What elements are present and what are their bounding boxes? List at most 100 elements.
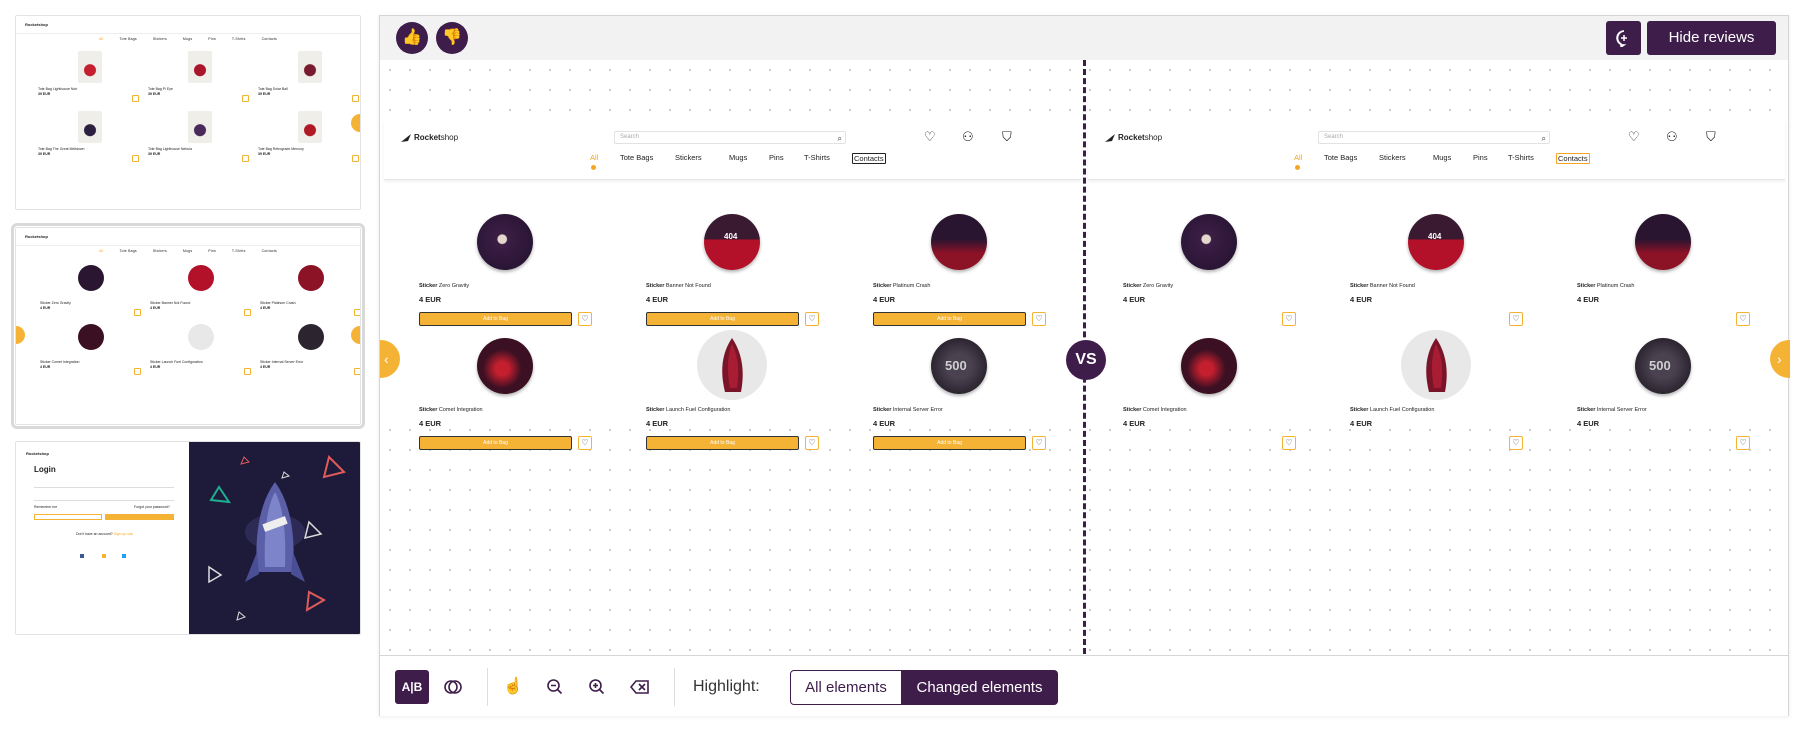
product-card: 500 Sticker Internal Server Error 4 EUR ♡ (1577, 338, 1750, 450)
search-input[interactable]: Search ⌕ (1318, 131, 1550, 144)
wishlist-heart-icon[interactable]: ♡ (1032, 436, 1046, 450)
nav-mugs[interactable]: Mugs (1433, 153, 1451, 162)
add-to-bag-button[interactable]: Add to Bag (873, 312, 1026, 326)
product-card: Sticker Comet Integration 4 EUR ♡ (1123, 338, 1296, 450)
product-card: 500 Sticker Internal Server Error 4 EUR Add… (873, 338, 1046, 450)
zoom-in-button[interactable] (580, 670, 614, 704)
mini-login-title: Login (34, 465, 56, 474)
mini-nav-tshirts: T-Shirts (231, 37, 246, 41)
product-card: Sticker Platinum Crash 4 EUR Add to Bag ♡ (873, 214, 1046, 326)
user-account-icon[interactable]: ⚇ (962, 129, 974, 145)
product-card: Sticker Platinum Crash 4 EUR ♡ (1577, 214, 1750, 326)
thumbnail-stickers[interactable]: Rocketshop All Tote Bags Stickers Mugs Pins T… (11, 223, 365, 429)
wishlist-heart-icon[interactable]: ♡ (805, 312, 819, 326)
thumbnail-tote-bags[interactable]: Rocketshop All Tote Bags Stickers Mugs Pins T… (15, 15, 361, 210)
product-image[interactable] (1635, 214, 1691, 270)
add-to-bag-button[interactable]: Add to Bag (646, 312, 799, 326)
add-to-bag-button[interactable]: Add to Bag (419, 436, 572, 450)
wishlist-heart-icon[interactable]: ♡ (1736, 436, 1750, 450)
add-to-bag-button[interactable]: Add to Bag (873, 436, 1026, 450)
shop-logo[interactable]: Rocketshop (400, 133, 458, 143)
mini-logo: Rocketshop (25, 22, 48, 27)
nav-tote-bags[interactable]: Tote Bags (1324, 153, 1357, 162)
product-image[interactable]: 500 (1635, 338, 1691, 394)
hand-pointer-icon: ☝ (503, 678, 523, 695)
mini-logo: Rocketshop (26, 451, 49, 456)
mini-arrow-left (16, 326, 25, 344)
thumbs-up-button[interactable]: 👍 (396, 22, 428, 54)
mini-card: Sticker Zero Gravity 4 EUR (38, 265, 141, 317)
compare-panel: 👍 👎 Hide reviews Rocketshop Search ⌕ ♡ ⚇ … (379, 15, 1790, 716)
rocket-logo-icon (401, 134, 411, 142)
nav-stickers[interactable]: Stickers (1379, 153, 1406, 162)
nav-all[interactable]: All (1294, 153, 1302, 162)
product-image[interactable]: 404 (704, 214, 760, 270)
product-image[interactable] (477, 338, 533, 394)
product-card: Sticker Zero Gravity 4 EUR ♡ (1123, 214, 1296, 326)
shopping-bag-icon[interactable]: ⛉ (1002, 129, 1012, 145)
mini-card: Tote Bag Lighthouse Noir 39 EUR (36, 51, 139, 103)
all-elements-toggle[interactable]: All elements (790, 670, 902, 705)
product-card: Sticker Zero Gravity 4 EUR Add to Bag ♡ (419, 214, 592, 326)
product-image[interactable] (1181, 338, 1237, 394)
product-image[interactable]: 404 (1408, 214, 1464, 270)
wishlist-heart-icon[interactable]: ♡ (1509, 312, 1523, 326)
mini-card: Sticker Platinum Crash 4 EUR (258, 265, 360, 317)
product-image[interactable] (697, 330, 767, 400)
changed-elements-toggle[interactable]: Changed elements (901, 670, 1058, 705)
add-comment-button[interactable] (1606, 21, 1641, 55)
mini-card: Tote Bag Pi Eye 39 EUR (146, 51, 249, 103)
mini-card: Sticker Banner Not Found 4 EUR (148, 265, 251, 317)
wishlist-heart-icon[interactable]: ♡ (1282, 436, 1296, 450)
zoom-out-button[interactable] (538, 670, 572, 704)
wishlist-heart-icon[interactable]: ♡ (1736, 312, 1750, 326)
add-to-bag-button[interactable]: Add to Bag (646, 436, 799, 450)
ab-compare-button[interactable]: A|B (395, 670, 429, 704)
nav-stickers[interactable]: Stickers (675, 153, 702, 162)
wishlist-heart-icon[interactable]: ♡ (1509, 436, 1523, 450)
shop-logo[interactable]: Rocketshop (1104, 133, 1162, 143)
wishlist-heart-icon[interactable]: ♡ (924, 129, 936, 145)
mini-card: Tote Bag Lighthouse Nebula 39 EUR (146, 111, 249, 163)
hide-reviews-button[interactable]: Hide reviews (1647, 21, 1776, 55)
nav-tote-bags[interactable]: Tote Bags (620, 153, 653, 162)
mini-nav-pins: Pins (208, 37, 216, 41)
wishlist-heart-icon[interactable]: ♡ (578, 312, 592, 326)
mini-card: Sticker Internal Server Error 4 EUR (258, 324, 360, 376)
active-nav-dot (591, 165, 596, 170)
thumbs-down-icon: 👎 (442, 29, 462, 46)
shopping-bag-icon[interactable]: ⛉ (1706, 129, 1716, 145)
user-account-icon[interactable]: ⚇ (1666, 129, 1678, 145)
clear-button[interactable] (623, 670, 657, 704)
comment-plus-icon (1615, 30, 1627, 49)
nav-contacts[interactable]: Contacts (1556, 153, 1590, 164)
nav-contacts[interactable]: Contacts (852, 153, 886, 164)
product-image[interactable] (1401, 330, 1471, 400)
nav-mugs[interactable]: Mugs (729, 153, 747, 162)
nav-pins[interactable]: Pins (769, 153, 784, 162)
overlay-button[interactable] (436, 670, 470, 704)
nav-t-shirts[interactable]: T-Shirts (804, 153, 830, 162)
mini-login-form: Rocketshop Login Remember me Forgot your… (16, 442, 189, 634)
nav-pins[interactable]: Pins (1473, 153, 1488, 162)
product-image[interactable] (477, 214, 533, 270)
nav-all[interactable]: All (590, 153, 598, 162)
product-image[interactable]: 500 (931, 338, 987, 394)
shop-header: Rocketshop Search ⌕ ♡ ⚇ ⛉ All Tote Bags S… (384, 120, 1081, 180)
search-input[interactable]: Search ⌕ (614, 131, 846, 144)
nav-t-shirts[interactable]: T-Shirts (1508, 153, 1534, 162)
product-card: Sticker Launch Fuel Configuration 4 EUR Ad… (646, 330, 819, 450)
wishlist-heart-icon[interactable]: ♡ (1628, 129, 1640, 145)
wishlist-heart-icon[interactable]: ♡ (578, 436, 592, 450)
thumbs-down-button[interactable]: 👎 (436, 22, 468, 54)
wishlist-heart-icon[interactable]: ♡ (1282, 312, 1296, 326)
add-to-bag-button[interactable]: Add to Bag (419, 312, 572, 326)
product-image[interactable] (1181, 214, 1237, 270)
product-image[interactable] (931, 214, 987, 270)
rocket-logo-icon (1105, 134, 1115, 142)
wishlist-heart-icon[interactable]: ♡ (805, 436, 819, 450)
thumbnail-login[interactable]: Rocketshop Login Remember me Forgot your… (15, 441, 361, 635)
pan-button[interactable]: ☝ (496, 670, 530, 704)
thumbs-up-icon: 👍 (402, 29, 422, 46)
wishlist-heart-icon[interactable]: ♡ (1032, 312, 1046, 326)
